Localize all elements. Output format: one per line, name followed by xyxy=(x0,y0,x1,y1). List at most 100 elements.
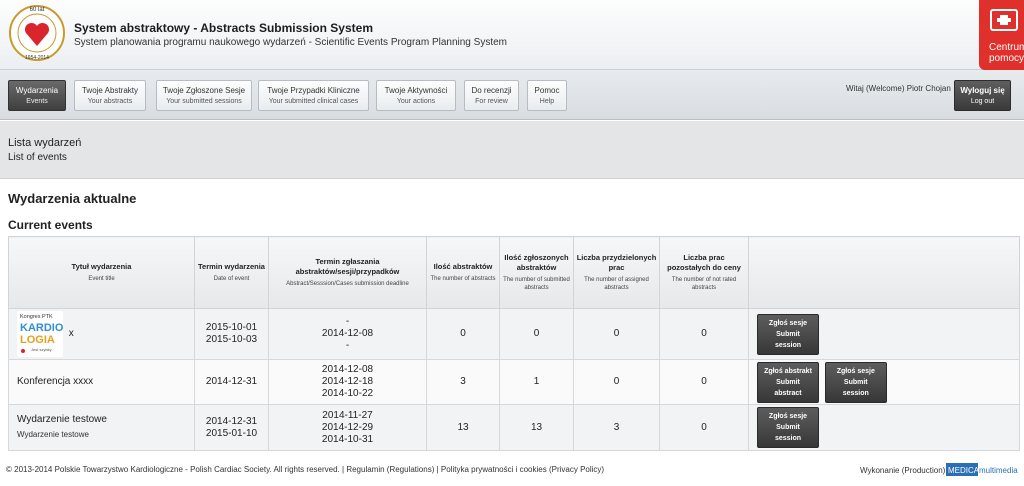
nav-your-actions-label: Twoje Aktywności xyxy=(384,86,448,95)
nav-help-sub: Help xyxy=(539,98,555,105)
col-event-title-sub: Event title xyxy=(88,276,115,282)
main-nav: Wydarzenia Events Twoje Abstrakty Your a… xyxy=(0,70,1024,120)
nav-your-abstracts[interactable]: Twoje Abstrakty Your abstracts xyxy=(74,80,146,111)
assigned-count: 0 xyxy=(573,308,660,360)
submit-session-sub: Submit session xyxy=(774,330,802,349)
event-title: Konferencja xxxx xyxy=(17,376,94,387)
submit-session-label: Zgłoś sesje xyxy=(768,319,808,327)
submit-session-label: Zgłoś sesje xyxy=(768,413,808,420)
nav-your-sessions[interactable]: Twoje Zgłoszone Sesje Your submitted ses… xyxy=(156,80,252,111)
nav-your-abstracts-label: Twoje Abstrakty xyxy=(81,86,139,95)
nav-your-sessions-sub: Your submitted sessions xyxy=(166,98,242,105)
kardiologia-logo: Kongres PTK KARDIO LOGIA Jest szybky xyxy=(17,311,63,357)
submit-abstract-button[interactable]: Zgłoś abstrakt Submit abstract xyxy=(757,361,819,403)
deadline-cell: - 2014-12-08 - xyxy=(268,308,427,360)
col-not-rated-sub: The number of not rated abstracts xyxy=(671,277,737,291)
abstracts-count: 0 xyxy=(426,308,500,360)
event-date: 2014-12-31 xyxy=(205,415,258,427)
logout-sub: Log out xyxy=(970,98,995,105)
col-abstracts-sub: The number of abstracts xyxy=(430,276,496,282)
event-date: 2015-01-10 xyxy=(205,427,258,439)
medical-multimedia-logo[interactable]: MEDICAL multimedia xyxy=(946,463,1018,476)
col-deadline: Termin zgłaszania abstraktów/sesji/przyp… xyxy=(268,236,427,309)
actions-cell: Zgłoś sesje Submit session xyxy=(748,404,1020,451)
submit-session-button[interactable]: Zgłoś sesje Submit session xyxy=(757,407,819,448)
privacy-link[interactable]: Polityka prywatności i cookies (Privacy … xyxy=(441,465,604,474)
actions-cell: Zgłoś abstrakt Submit abstract Zgłoś ses… xyxy=(748,359,1020,405)
help-center-button[interactable]: Centrum pomocy xyxy=(979,0,1024,70)
col-event-title: Tytuł wydarzenia Event title xyxy=(8,236,195,309)
nav-for-review-sub: For review xyxy=(475,98,508,105)
submit-session-button[interactable]: Zgłoś sesje Submit session xyxy=(757,313,819,355)
production-text: Wykonanie (Production): xyxy=(860,466,948,475)
nav-your-sessions-label: Twoje Zgłoszone Sesje xyxy=(162,86,246,95)
nav-events-sub: Events xyxy=(26,98,48,105)
abstracts-count: 3 xyxy=(426,359,500,405)
kardiologia-logo-line3: LOGIA xyxy=(20,334,55,346)
event-date: 2014-12-31 xyxy=(205,376,258,387)
logout-label: Wyloguj się xyxy=(960,86,1005,95)
nav-clinical-cases[interactable]: Twoje Przypadki Kliniczne Your submitted… xyxy=(258,80,369,111)
event-date-cell: 2014-12-31 2015-01-10 xyxy=(194,404,269,451)
page-title: Lista wydarzeń xyxy=(8,137,82,149)
submit-session-button[interactable]: Zgłoś sesje Submit session xyxy=(824,361,887,403)
app-header: 60 lat 1954-2014 System abstraktowy - Ab… xyxy=(0,0,1024,70)
logout-button[interactable]: Wyloguj się Log out xyxy=(954,80,1011,111)
logo-top-text: 60 lat xyxy=(30,7,45,13)
event-title: x xyxy=(68,328,74,339)
kardiologia-logo-line2: KARDIO xyxy=(20,322,63,334)
nav-for-review[interactable]: Do recenzji For review xyxy=(464,80,519,111)
deadline: 2014-10-31 xyxy=(321,433,374,445)
footer-separator: | xyxy=(436,465,439,474)
col-deadline-sub: Abstract/Sesssion/Cases submission deadl… xyxy=(286,281,409,287)
submit-session-sub: Submit session xyxy=(842,378,869,397)
col-event-title-label: Tytuł wydarzenia xyxy=(71,262,132,271)
deadline-cell: 2014-12-08 2014-12-18 2014-10-22 xyxy=(268,359,427,405)
nav-events[interactable]: Wydarzenia Events xyxy=(8,80,66,111)
col-assigned: Liczba przydzielonych prac The number of … xyxy=(573,236,660,309)
col-submitted: Ilość zgłoszonych abstraktów The number o… xyxy=(499,236,574,309)
not-rated-count: 0 xyxy=(659,308,749,360)
event-title-cell: Konferencja xxxx xyxy=(8,359,195,405)
event-date-cell: 2014-12-31 xyxy=(194,359,269,405)
event-date-cell: 2015-10-01 2015-10-03 xyxy=(194,308,269,360)
regulations-link[interactable]: Regulamin (Regulations) xyxy=(346,465,434,474)
events-table: Tytuł wydarzenia Event title Termin wydar… xyxy=(8,236,1020,451)
deadline: 2014-12-08 xyxy=(321,364,374,375)
col-not-rated: Liczba prac pozostałych do ceny The numbe… xyxy=(659,236,749,309)
footer-separator: | xyxy=(342,465,345,474)
logo-years: 1954-2014 xyxy=(25,55,49,61)
help-center-label: Centrum pomocy xyxy=(989,42,1024,64)
col-event-date-sub: Date of event xyxy=(213,276,250,282)
col-abstracts-label: Ilość abstraktów xyxy=(433,262,493,271)
ptk-logo[interactable]: 60 lat 1954-2014 xyxy=(8,2,66,62)
assigned-count: 0 xyxy=(573,359,660,405)
event-date: 2015-10-03 xyxy=(205,334,258,345)
event-subtitle: Wydarzenie testowe xyxy=(17,430,89,439)
submit-session-label: Zgłoś sesje xyxy=(836,367,875,375)
table-row: Konferencja xxxx 2014-12-31 2014-12-08 2… xyxy=(8,359,1020,405)
col-actions xyxy=(748,236,1020,309)
event-title-cell: Wydarzenie testowe Wydarzenie testowe xyxy=(8,404,195,451)
col-deadline-label: Termin zgłaszania abstraktów/sesji/przyp… xyxy=(295,257,400,276)
table-row: Wydarzenie testowe Wydarzenie testowe 20… xyxy=(8,404,1020,451)
deadline: - xyxy=(345,316,350,327)
deadline-cell: 2014-11-27 2014-12-29 2014-10-31 xyxy=(268,404,427,451)
col-event-date-label: Termin wydarzenia xyxy=(198,262,265,271)
not-rated-count: 0 xyxy=(659,359,749,405)
nav-for-review-label: Do recenzji xyxy=(471,86,512,95)
submit-abstract-sub: Submit abstract xyxy=(774,378,802,397)
nav-your-actions-sub: Your actions xyxy=(396,98,436,105)
col-abstracts: Ilość abstraktów The number of abstracts xyxy=(426,236,500,309)
abstracts-count: 13 xyxy=(426,404,500,451)
submitted-count: 13 xyxy=(499,404,574,451)
footer: © 2013-2014 Polskie Towarzystwo Kardiolo… xyxy=(6,465,604,474)
submitted-count: 0 xyxy=(499,308,574,360)
nav-your-actions[interactable]: Twoje Aktywności Your actions xyxy=(376,80,456,111)
event-date: 2015-10-01 xyxy=(205,322,258,333)
deadline: 2014-12-18 xyxy=(321,376,374,387)
deadline: 2014-10-22 xyxy=(321,388,374,399)
nav-help[interactable]: Pomoc Help xyxy=(527,80,567,111)
nav-clinical-cases-label: Twoje Przypadki Kliniczne xyxy=(267,86,360,95)
welcome-text: Witaj (Welcome) Piotr Chojan xyxy=(846,84,951,93)
